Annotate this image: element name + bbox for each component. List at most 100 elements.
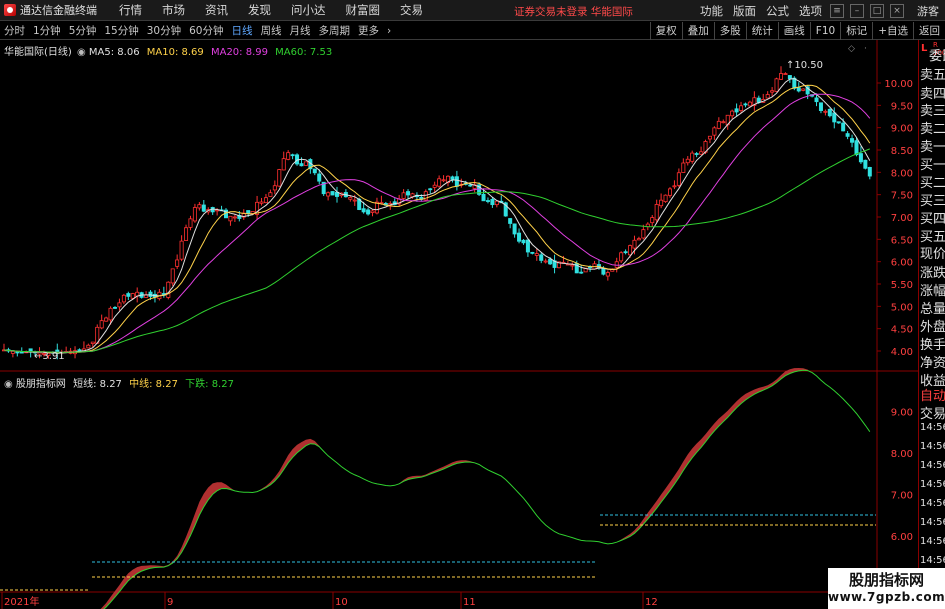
side-panel-label[interactable]: 涨幅 [920, 280, 945, 299]
side-panel-label[interactable]: 14:56 [920, 460, 945, 471]
main-legend: 华能国际(日线) ◉ MA5: 8.06 MA10: 8.69 MA20: 8.… [4, 43, 332, 58]
candle-body [228, 215, 233, 222]
side-panel-label[interactable]: 买一 [920, 154, 945, 173]
tool-overlay[interactable]: 叠加 [681, 22, 714, 40]
side-panel-label[interactable]: 涨跌 [920, 262, 945, 281]
period-60min[interactable]: 60分钟 [185, 23, 227, 38]
candle-body [121, 294, 126, 303]
settings-circle-icon[interactable]: ◉ [77, 47, 86, 58]
menu-icon[interactable]: ≡ [830, 3, 844, 18]
side-panel-label[interactable]: 14:56 [920, 441, 945, 452]
menu-item-discover[interactable]: 发现 [238, 2, 281, 18]
side-panel-label[interactable]: 卖三 [920, 100, 945, 119]
indicator-name[interactable]: 股朋指标网 [16, 379, 66, 390]
side-panel-label[interactable]: 换手 [920, 334, 945, 353]
side-panel-label[interactable]: 卖五 [920, 64, 945, 83]
stock-name[interactable]: 华能国际(日线) [4, 47, 72, 58]
candle-body [192, 207, 197, 222]
period-5min[interactable]: 5分钟 [65, 23, 101, 38]
price-tick-label: 10.00 [884, 79, 913, 90]
side-panel-label[interactable]: 自动 [920, 385, 945, 404]
app-title: 通达信金融终端 [20, 4, 97, 17]
tool-mark[interactable]: 标记 [840, 22, 872, 40]
pin-icon[interactable]: · [864, 44, 867, 54]
diamond-icon[interactable]: ◇ [848, 44, 855, 54]
price-tick-label: 5.50 [891, 280, 913, 291]
side-panel-label[interactable]: 现价 [920, 243, 945, 262]
menu-item-news[interactable]: 资讯 [195, 2, 238, 18]
side-panel-label[interactable]: 14:56 [920, 498, 945, 509]
ma5-label: MA5: 8.06 [88, 47, 140, 58]
ma60-label: MA60: 7.53 [275, 47, 333, 58]
tool-back[interactable]: 返回 [913, 22, 945, 40]
side-panel-label[interactable]: 14:56 [920, 479, 945, 490]
side-panel-label[interactable]: 卖一 [920, 136, 945, 155]
candle-body [130, 293, 135, 299]
chevron-right-icon[interactable]: › [383, 25, 395, 37]
menu-item-market[interactable]: 市场 [152, 2, 195, 18]
side-panel-label[interactable]: 买二 [920, 172, 945, 191]
period-more[interactable]: 更多 [354, 23, 383, 38]
side-panel-label[interactable]: 14:56 [920, 536, 945, 547]
period-multi[interactable]: 多周期 [315, 23, 355, 38]
side-panel-label[interactable]: 卖二 [920, 118, 945, 137]
tool-draw-line[interactable]: 画线 [777, 22, 810, 40]
candle-body [685, 158, 690, 164]
kline-chart[interactable]: 10.00 9.50 9.00 8.50 8.00 7.50 7.00 6.50 6.00 5.5… [0, 40, 918, 609]
price-tick-label: 8.00 [891, 168, 913, 179]
menu-item-quotes[interactable]: 行情 [109, 2, 152, 18]
period-1min[interactable]: 1分钟 [29, 23, 65, 38]
candle-body [707, 135, 712, 140]
ma20-label: MA20: 8.99 [210, 47, 268, 58]
menu-item-wealth-circle[interactable]: 财富圈 [336, 2, 391, 18]
broker-login-notice[interactable]: 证券交易未登录 华能国际 [514, 4, 633, 19]
candle-body [326, 192, 331, 197]
menu-item-trade[interactable]: 交易 [390, 2, 433, 18]
tool-multi-stock[interactable]: 多股 [713, 22, 746, 40]
side-panel-label[interactable]: 外盘 [920, 316, 945, 335]
candle-body [739, 105, 744, 111]
price-tick-label: 9.50 [891, 101, 913, 112]
period-weekly[interactable]: 周线 [257, 23, 286, 38]
candle-body [814, 97, 819, 103]
minimize-icon[interactable]: – [850, 3, 864, 18]
side-panel-label[interactable]: 交易 [920, 403, 945, 422]
menu-item-functions[interactable]: 功能 [695, 3, 728, 19]
tool-add-watchlist[interactable]: +自选 [872, 22, 913, 40]
menu-item-formula[interactable]: 公式 [761, 3, 794, 19]
side-panel-label[interactable]: 14:56 [920, 555, 945, 566]
candle-body [641, 229, 646, 239]
side-panel-label[interactable]: 总量 [920, 298, 945, 317]
candle-body [401, 192, 406, 199]
menu-item-layout[interactable]: 版面 [728, 3, 761, 19]
side-panel-label[interactable]: 14:56 [920, 517, 945, 528]
candle-body [654, 204, 659, 221]
guest-label[interactable]: 游客 [917, 3, 939, 19]
menu-item-ask-xiaoda[interactable]: 问小达 [281, 2, 336, 18]
side-panel-label[interactable]: 净资 [920, 352, 945, 371]
candle-body [850, 138, 855, 143]
candle-body [605, 272, 610, 277]
period-30min[interactable]: 30分钟 [143, 23, 185, 38]
maximize-icon[interactable]: □ [870, 3, 884, 18]
tool-adjust[interactable]: 复权 [649, 22, 682, 40]
high-price-annotation: ↑10.50 [786, 60, 823, 71]
candle-body [361, 208, 366, 213]
period-daily[interactable]: 日线 [228, 23, 257, 38]
side-panel-label[interactable]: 14:56 [920, 422, 945, 433]
indicator-tick-label: 7.00 [891, 491, 913, 502]
period-15min[interactable]: 15分钟 [100, 23, 142, 38]
menu-item-options[interactable]: 选项 [794, 3, 827, 19]
time-tick-label: 12 [645, 597, 658, 608]
price-tick-label: 6.50 [891, 235, 913, 246]
side-panel-label[interactable]: 委比 [929, 45, 945, 64]
period-tick[interactable]: 分时 [0, 23, 29, 38]
side-panel-label[interactable]: 买四 [920, 208, 945, 227]
settings-circle-icon[interactable]: ◉ [4, 379, 13, 390]
side-panel-L[interactable]: L [921, 43, 927, 54]
tool-statistics[interactable]: 统计 [745, 22, 778, 40]
side-panel-label[interactable]: 买三 [920, 190, 945, 209]
tool-f10[interactable]: F10 [809, 22, 840, 40]
close-icon[interactable]: × [890, 3, 904, 18]
period-monthly[interactable]: 月线 [286, 23, 315, 38]
